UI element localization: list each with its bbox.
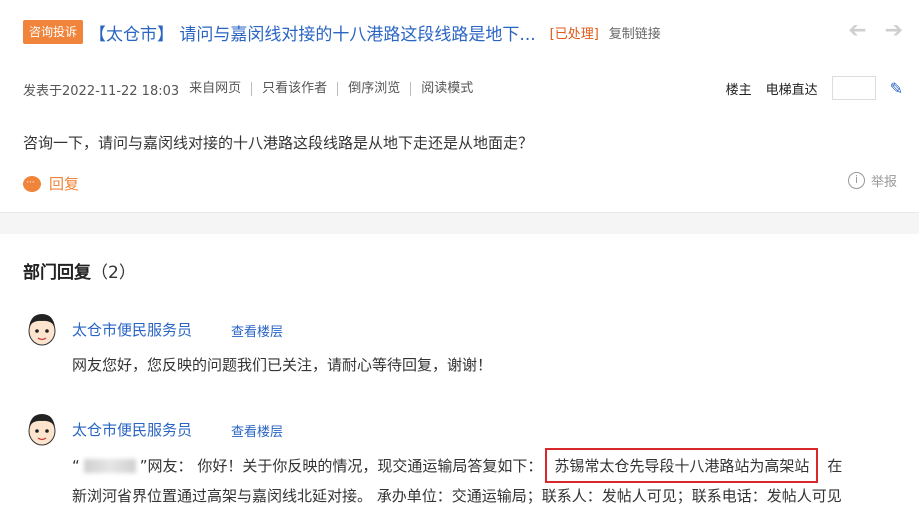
floor-jump: 楼主 电梯直达 ✎ xyxy=(726,76,903,100)
section-title-text: 部门回复 xyxy=(23,263,91,283)
reply-button[interactable]: 回复 xyxy=(23,173,79,194)
department-replies-title: 部门回复（2） xyxy=(23,258,136,283)
next-arrow-icon[interactable]: ➔ xyxy=(885,18,903,44)
reply-text-line1: “ ”网友： 你好！关于你反映的情况，现交通运输局答复如下： 苏锡常太仓先导段十… xyxy=(72,448,842,483)
avatar-icon xyxy=(28,414,56,446)
thread-title[interactable]: 【太仓市】 请问与嘉闵线对接的十八港路这段线路是地下... xyxy=(89,20,536,45)
view-floor-link[interactable]: 查看楼层 xyxy=(231,421,283,440)
post-source: 来自网页 xyxy=(189,81,242,96)
quote-open: “ xyxy=(72,456,80,475)
post-meta: 发表于2022-11-22 18:03 来自网页 只看该作者 倒序浏览 阅读模式… xyxy=(23,76,903,100)
reply-label: 回复 xyxy=(49,175,80,193)
category-badge[interactable]: 咨询投诉 xyxy=(23,20,84,44)
report-label: 举报 xyxy=(870,175,897,190)
copy-link-button[interactable]: 复制链接 xyxy=(609,23,661,42)
info-circle-icon: i xyxy=(847,172,865,189)
avatar-icon xyxy=(28,314,56,346)
reply-count: （2） xyxy=(91,263,136,283)
elevator-label: 电梯直达 xyxy=(765,82,818,98)
reply-intro: ”网友： 你好！关于你反映的情况，现交通运输局答复如下： xyxy=(139,457,543,475)
post-date: 发表于2022-11-22 18:03 xyxy=(23,83,180,99)
thread-title-row: 咨询投诉 【太仓市】 请问与嘉闵线对接的十八港路这段线路是地下... [已处理]… xyxy=(23,18,903,46)
floor-owner-label: 楼主 xyxy=(725,82,752,98)
highlighted-answer: 苏锡常太仓先导段十八港路站为高架站 xyxy=(545,448,819,483)
section-divider xyxy=(0,212,919,234)
author-only-link[interactable]: 只看该作者 xyxy=(251,82,337,96)
post-content: 咨询一下，请问与嘉闵线对接的十八港路这段线路是从地下走还是从地面走？ xyxy=(23,134,534,152)
replier-name[interactable]: 太仓市便民服务员 xyxy=(72,319,192,340)
speech-bubble-icon xyxy=(23,175,41,192)
report-button[interactable]: i 举报 xyxy=(847,171,897,190)
thread-nav: ➔ ➔ xyxy=(848,18,903,44)
replier-name[interactable]: 太仓市便民服务员 xyxy=(72,419,192,440)
previous-arrow-icon[interactable]: ➔ xyxy=(848,18,866,44)
reply-text: 网友您好，您反映的问题我们已关注，请耐心等待回复，谢谢！ xyxy=(72,356,493,374)
reverse-order-link[interactable]: 倒序浏览 xyxy=(337,82,410,96)
view-floor-link[interactable]: 查看楼层 xyxy=(231,321,283,340)
reply-continuation: 在 xyxy=(827,457,843,475)
floor-number-input[interactable] xyxy=(831,76,876,100)
reply-text-line2: 新浏河省界位置通过高架与嘉闵线北延对接。 承办单位：交通运输局；联系人：发帖人可… xyxy=(72,487,842,505)
read-mode-link[interactable]: 阅读模式 xyxy=(410,82,483,96)
go-floor-icon[interactable]: ✎ xyxy=(890,79,903,98)
status-label: [已处理] xyxy=(549,26,599,42)
blurred-username xyxy=(83,458,136,473)
